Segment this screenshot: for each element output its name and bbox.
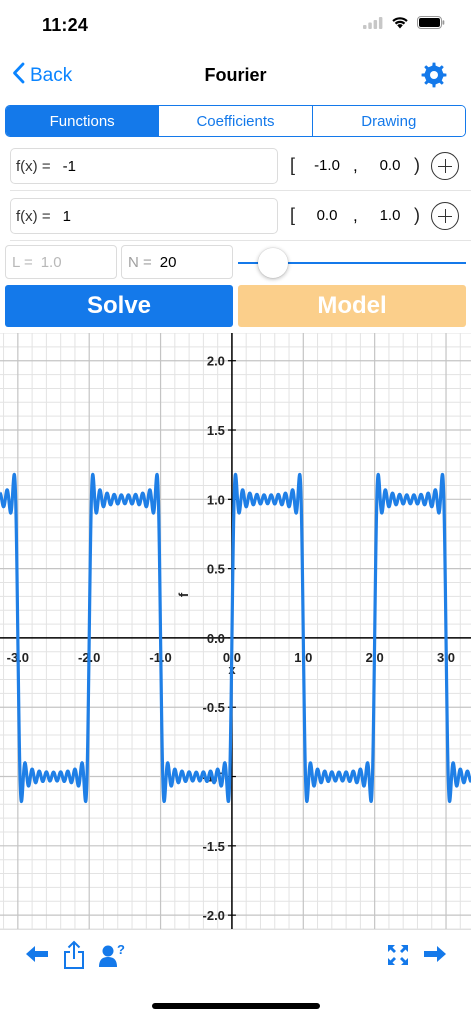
gear-icon [421,62,447,92]
arrow-right-icon [422,946,448,968]
parameters-row: L = 1.0 N = 20 [0,245,471,281]
solve-button[interactable]: Solve [5,285,233,327]
tab-drawing[interactable]: Drawing [312,106,465,136]
function-row-1: f(x) = -1 [ -1.0 , 0.0 ) [0,148,471,188]
range-open-bracket: [ [290,155,296,175]
range-end-2[interactable]: 1.0 [370,207,410,224]
row-divider [10,190,471,191]
range-close-bracket: ) [414,205,420,225]
wifi-icon [391,16,409,34]
y-tick-label: -0.5 [203,700,225,715]
tab-bar: Functions Coefficients Drawing [5,105,466,137]
tab-functions[interactable]: Functions [6,106,160,136]
page-title: Fourier [204,65,267,85]
model-button[interactable]: Model [238,285,466,327]
terms-n-value: 20 [159,253,177,271]
fullscreen-icon [386,945,410,971]
range-start-1[interactable]: -1.0 [307,157,347,174]
svg-text:?: ? [117,942,125,957]
y-tick-label: -2.0 [203,908,225,923]
tab-coefficients[interactable]: Coefficients [159,106,313,136]
y-tick-label: 1.5 [207,423,225,438]
row-divider [10,240,471,241]
range-open-bracket: [ [290,205,296,225]
next-button[interactable] [422,944,448,969]
y-tick-label: 2.0 [207,354,225,369]
y-axis-label: f [176,592,191,597]
help-button[interactable]: ? [99,942,127,973]
range-end-1[interactable]: 0.0 [370,157,410,174]
status-bar: 11:24 [0,0,471,50]
function-field-2[interactable]: f(x) = 1 [10,198,278,234]
y-tick-label: 1.0 [207,492,225,507]
slider-thumb[interactable] [257,248,288,278]
settings-button[interactable] [421,62,447,93]
graph-canvas: -3.0 -2.0 -1.0 0.0 1.0 2.0 3.02.01.51.00.50.0-… [0,333,471,929]
share-button[interactable] [62,940,86,975]
y-tick-label: 0.5 [207,562,225,577]
function-value: -1 [62,157,76,175]
bottom-toolbar: ? [0,929,471,981]
status-icons [363,16,445,34]
function-label: f(x) = [16,157,51,175]
terms-n-label: N = [128,253,152,271]
fourier-graph[interactable]: -3.0 -2.0 -1.0 0.0 1.0 2.0 3.0 2.0 1.5 1.0 0.5 0.0-… [0,333,471,929]
user-help-icon: ? [99,942,127,972]
function-field-1[interactable]: f(x) = -1 [10,148,278,184]
period-l-value: 1.0 [40,253,62,271]
y-tick-label: 0.0 [207,631,225,646]
range-start-2[interactable]: 0.0 [307,207,347,224]
add-function-button-2[interactable] [431,202,459,230]
range-separator: , [353,206,358,225]
function-label: f(x) = [16,207,51,225]
range-close-bracket: ) [414,155,420,175]
home-indicator [152,1003,320,1009]
previous-button[interactable] [24,944,50,969]
arrow-left-icon [24,946,50,968]
y-tick-label: -1.5 [203,839,225,854]
status-time: 11:24 [42,15,89,35]
period-l-field: L = 1.0 [5,245,117,279]
battery-icon [417,16,445,34]
range-separator: , [353,156,358,175]
terms-slider[interactable] [238,245,466,279]
terms-n-field[interactable]: N = 20 [121,245,233,279]
share-icon [62,940,86,974]
add-function-button-1[interactable] [431,152,459,180]
period-l-label: L = [12,253,33,271]
navigation-bar: Back Fourier [0,52,471,98]
signal-icon [363,16,383,34]
function-row-2: f(x) = 1 [ 0.0 , 1.0 ) [0,198,471,238]
fullscreen-button[interactable] [386,943,410,972]
function-value: 1 [62,207,71,225]
